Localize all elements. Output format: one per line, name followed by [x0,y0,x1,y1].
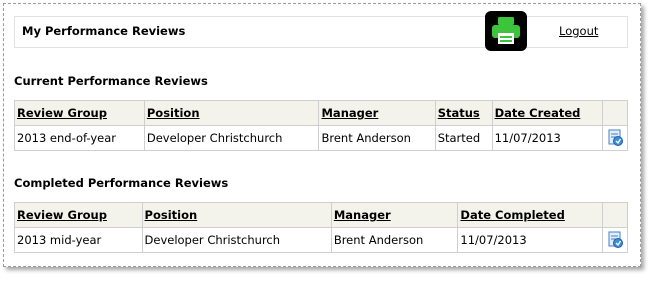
completed-reviews-title: Completed Performance Reviews [14,176,229,190]
open-review-icon[interactable] [606,129,624,147]
cell-position: Developer Christchurch [143,125,320,151]
column-header-action [601,202,629,228]
cell-manager: Brent Anderson [318,125,436,151]
current-reviews-title: Current Performance Reviews [14,74,208,88]
cell-action [602,125,628,151]
table-header-row: Review Group Position Manager Date Compl… [14,202,629,228]
cell-date-created: 11/07/2013 [491,125,604,151]
column-header-date-created[interactable]: Date Created [491,100,604,126]
cell-review-group: 2013 end-of-year [14,125,145,151]
column-header-action [602,100,628,126]
print-button[interactable] [485,11,527,51]
column-header-date-completed[interactable]: Date Completed [457,202,603,228]
completed-reviews-table: Review Group Position Manager Date Compl… [14,202,629,253]
table-header-row: Review Group Position Manager Status Dat… [14,100,628,126]
cell-position: Developer Christchurch [141,227,332,253]
page-header: My Performance Reviews Logout [14,11,628,51]
column-header-manager[interactable]: Manager [318,100,436,126]
logout-link[interactable]: Logout [559,24,598,38]
column-header-review-group[interactable]: Review Group [14,202,143,228]
cell-status: Started [434,125,493,151]
column-header-position[interactable]: Position [143,100,320,126]
table-row: 2013 end-of-year Developer Christchurch … [14,125,628,151]
column-header-review-group[interactable]: Review Group [14,100,145,126]
printer-icon [492,17,520,44]
current-reviews-table: Review Group Position Manager Status Dat… [14,100,628,151]
column-header-position[interactable]: Position [141,202,332,228]
open-review-icon[interactable] [606,231,624,249]
cell-review-group: 2013 mid-year [14,227,143,253]
cell-action [601,227,629,253]
column-header-status[interactable]: Status [434,100,493,126]
table-row: 2013 mid-year Developer Christchurch Bre… [14,227,629,253]
cell-manager: Brent Anderson [330,227,459,253]
cell-date-completed: 11/07/2013 [457,227,603,253]
page-title: My Performance Reviews [22,24,186,38]
column-header-manager[interactable]: Manager [330,202,459,228]
